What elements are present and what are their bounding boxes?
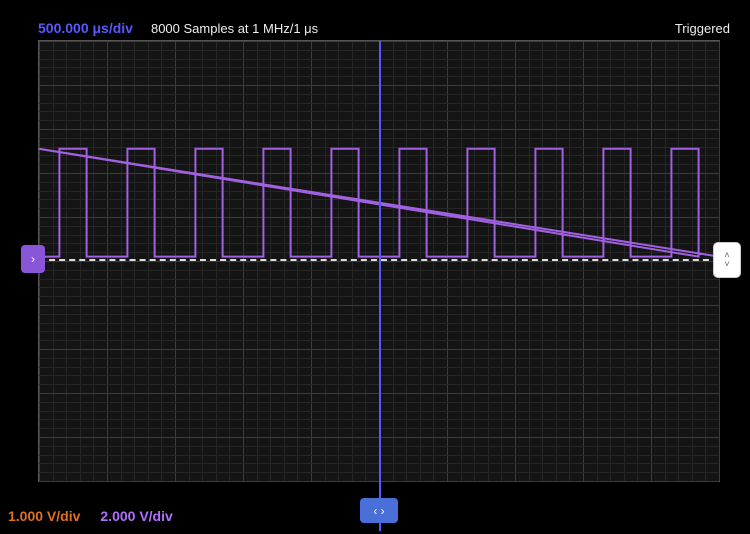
left-right-icon: ‹ › (373, 504, 384, 518)
footer-bar: 1.000 V/div 2.000 V/div (8, 508, 173, 524)
sample-info: 8000 Samples at 1 MHz/1 μs (151, 21, 318, 36)
timebase-readout: 500.000 μs/div (38, 20, 133, 36)
ch1-vdiv-readout: 1.000 V/div (8, 508, 80, 524)
channel-zero-marker[interactable]: › (21, 245, 45, 273)
chevron-right-icon: › (31, 252, 35, 266)
oscilloscope-screen: 500.000 μs/div 8000 Samples at 1 MHz/1 μ… (0, 0, 750, 534)
trigger-time-handle[interactable]: ‹ › (360, 498, 398, 523)
header-bar: 500.000 μs/div 8000 Samples at 1 MHz/1 μ… (38, 18, 730, 38)
trigger-level-handle[interactable]: ˄ ˅ (713, 242, 741, 278)
caret-down-icon: ˅ (724, 260, 729, 268)
caret-up-icon: ˄ (724, 251, 729, 259)
plot-area[interactable]: › ˄ ˅ ‹ › (38, 40, 720, 482)
trigger-time-cursor[interactable] (379, 41, 381, 531)
ch2-vdiv-readout: 2.000 V/div (100, 508, 172, 524)
trigger-status: Triggered (675, 21, 730, 36)
